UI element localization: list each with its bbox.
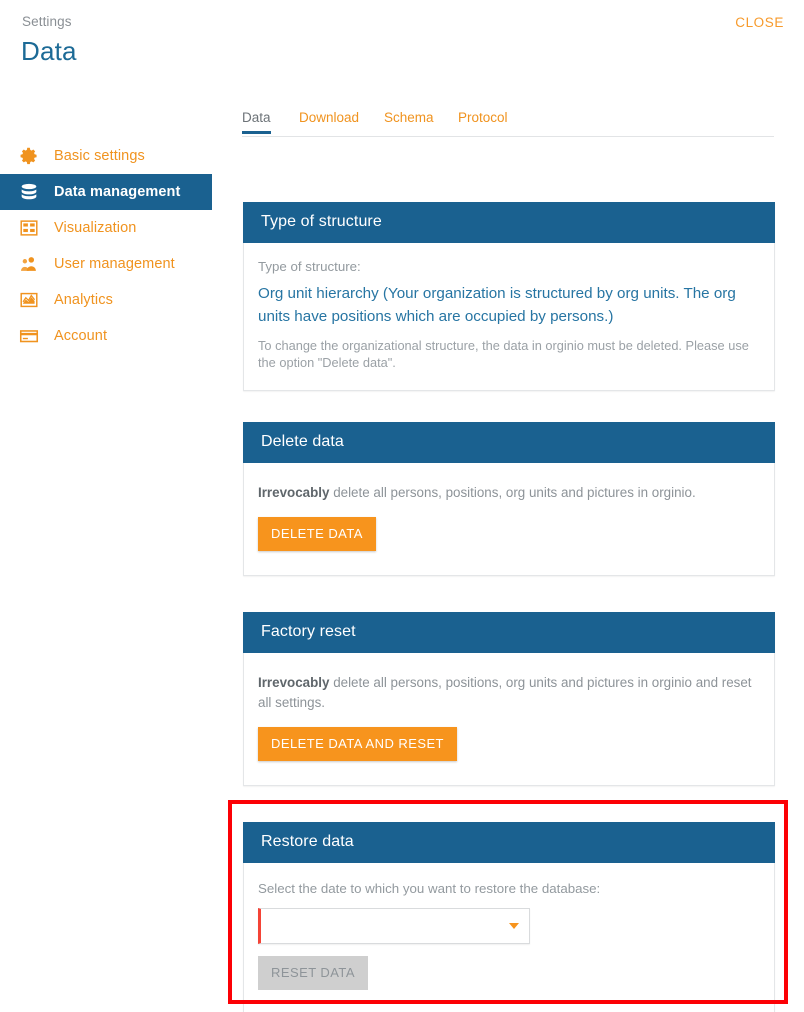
close-button[interactable]: CLOSE [735, 15, 784, 30]
sidebar-item-label: Basic settings [54, 148, 145, 164]
restore-date-select[interactable] [258, 908, 530, 945]
card-title: Factory reset [243, 612, 775, 653]
user-icon [18, 253, 40, 275]
chart-icon [18, 289, 40, 311]
sidebar-item-basic-settings[interactable]: Basic settings [0, 138, 212, 174]
sidebar-item-user-management[interactable]: User management [0, 246, 212, 282]
factory-reset-description: Irrevocably delete all persons, position… [258, 673, 760, 713]
factory-reset-rest: delete all persons, positions, org units… [258, 675, 752, 711]
delete-data-and-reset-button[interactable]: DELETE DATA AND RESET [258, 727, 457, 762]
page-title: Data [21, 36, 77, 66]
structure-note: To change the organizational structure, … [258, 338, 749, 371]
sidebar-item-label: Analytics [54, 292, 113, 308]
restore-data-prompt: Select the date to which you want to res… [258, 881, 601, 896]
page-header: Settings Data CLOSE [0, 0, 804, 86]
card-type-of-structure: Type of structure Type of structure: Org… [243, 202, 775, 392]
tab-data[interactable]: Data [242, 110, 271, 134]
breadcrumb: Settings [22, 14, 72, 29]
sidebar-item-label: Account [54, 328, 108, 344]
sidebar-item-label: Data management [54, 184, 181, 200]
sidebar-item-label: Visualization [54, 220, 137, 236]
card-title: Type of structure [243, 202, 775, 243]
reset-data-button: RESET DATA [258, 956, 368, 991]
tab-bar: Data Download Schema Protocol [242, 110, 774, 137]
delete-data-rest: delete all persons, positions, org units… [329, 485, 696, 500]
database-icon [18, 181, 40, 203]
structure-label: Type of structure: [258, 259, 361, 274]
gear-icon [18, 145, 40, 167]
sidebar-item-analytics[interactable]: Analytics [0, 282, 212, 318]
sidebar-item-label: User management [54, 256, 175, 272]
card-body: Irrevocably delete all persons, position… [244, 653, 774, 785]
sidebar-item-account[interactable]: Account [0, 318, 212, 354]
card-body: Type of structure: Org unit hierarchy (Y… [244, 243, 774, 390]
delete-data-button[interactable]: DELETE DATA [258, 517, 376, 552]
card-delete-data: Delete data Irrevocably delete all perso… [243, 422, 775, 577]
settings-data-page: Settings Data CLOSE Basic settings Data … [0, 0, 804, 1012]
structure-value: Org unit hierarchy (Your organization is… [258, 285, 736, 325]
sidebar-item-data-management[interactable]: Data management [0, 174, 212, 210]
card-title: Restore data [243, 822, 775, 863]
card-factory-reset: Factory reset Irrevocably delete all per… [243, 612, 775, 787]
tab-schema[interactable]: Schema [384, 110, 434, 133]
card-title: Delete data [243, 422, 775, 463]
card-body: Irrevocably delete all persons, position… [244, 463, 774, 575]
grid-icon [18, 217, 40, 239]
tab-download[interactable]: Download [299, 110, 359, 133]
sidebar-item-visualization[interactable]: Visualization [0, 210, 212, 246]
card-body: Select the date to which you want to res… [244, 863, 774, 1012]
card-restore-data: Restore data Select the date to which yo… [243, 822, 775, 1012]
credit-card-icon [18, 325, 40, 347]
tab-protocol[interactable]: Protocol [458, 110, 508, 133]
delete-data-description: Irrevocably delete all persons, position… [258, 483, 756, 503]
factory-reset-emphasis: Irrevocably [258, 675, 330, 690]
delete-data-emphasis: Irrevocably [258, 485, 330, 500]
chevron-down-icon [509, 923, 519, 930]
sidebar: Basic settings Data management Visualiza… [0, 138, 212, 354]
